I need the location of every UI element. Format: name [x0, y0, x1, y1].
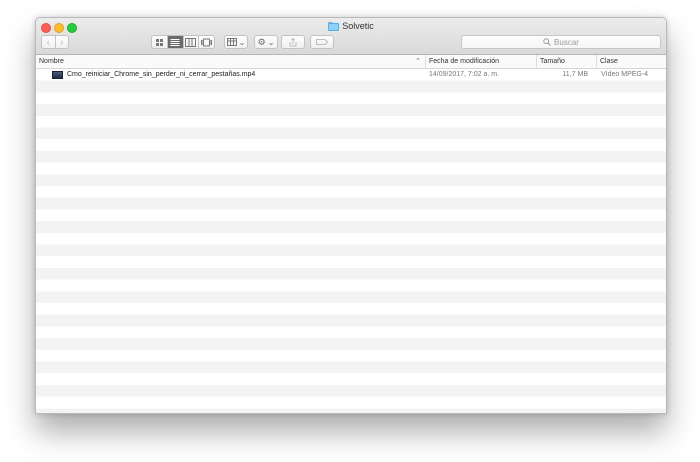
- folder-icon: [328, 21, 340, 31]
- gallery-view-button[interactable]: [198, 36, 214, 48]
- column-header-size[interactable]: Tamaño: [536, 55, 596, 68]
- arrange-grid-icon: [226, 38, 237, 46]
- column-header-label: Tamaño: [540, 58, 565, 65]
- icon-view-button[interactable]: [152, 36, 167, 48]
- arrange-button[interactable]: ⌄: [224, 35, 248, 49]
- file-name-cell: Cmo_reiniciar_Chrome_sin_perder_ni_cerra…: [52, 69, 425, 81]
- finder-window: Solvetic ‹ › ⌄ ⚙ ⌄ Buscar Nombre ⌃ Fecha…: [35, 17, 667, 414]
- search-placeholder: Buscar: [554, 37, 579, 47]
- gallery-icon: [201, 38, 213, 46]
- magnifier-icon: [543, 38, 551, 46]
- back-button[interactable]: ‹: [42, 36, 55, 48]
- columns-icon: [185, 37, 197, 47]
- file-list: Cmo_reiniciar_Chrome_sin_perder_ni_cerra…: [36, 69, 666, 413]
- chevron-down-icon: ⌄: [238, 37, 246, 47]
- view-mode-buttons: [151, 35, 215, 49]
- column-header-label: Clase: [600, 58, 618, 65]
- file-size: 11,7 MB: [562, 71, 588, 78]
- file-modified: 14/09/2017, 7:02 a. m.: [429, 71, 500, 78]
- gear-icon: ⚙: [257, 36, 266, 47]
- forward-button[interactable]: ›: [54, 36, 69, 48]
- video-file-icon: [52, 71, 63, 79]
- action-button[interactable]: ⚙ ⌄: [254, 35, 278, 49]
- search-input[interactable]: Buscar: [461, 35, 661, 49]
- grid-icon: [155, 38, 163, 46]
- column-header-row: Nombre ⌃ Fecha de modificación Tamaño Cl…: [36, 55, 666, 69]
- window-title-text: Solvetic: [342, 21, 374, 31]
- window-title: Solvetic: [36, 21, 666, 31]
- column-header-date[interactable]: Fecha de modificación: [425, 55, 536, 68]
- file-name: Cmo_reiniciar_Chrome_sin_perder_ni_cerra…: [67, 71, 256, 78]
- title-bar: Solvetic ‹ › ⌄ ⚙ ⌄ Buscar: [36, 18, 666, 55]
- column-header-kind[interactable]: Clase: [596, 55, 666, 68]
- list-icon: [170, 38, 180, 46]
- file-row[interactable]: Cmo_reiniciar_Chrome_sin_perder_ni_cerra…: [36, 69, 666, 81]
- column-header-label: Fecha de modificación: [429, 58, 500, 65]
- sort-ascending-icon: ⌃: [415, 58, 421, 65]
- tag-icon: [316, 39, 328, 45]
- file-kind: Vídeo MPEG-4: [601, 71, 649, 78]
- navigation-buttons: ‹ ›: [41, 35, 69, 49]
- chevron-down-icon: ⌄: [267, 37, 275, 47]
- column-view-button[interactable]: [182, 36, 199, 48]
- share-icon: [289, 37, 297, 46]
- column-header-label: Nombre: [39, 58, 64, 65]
- list-view-button[interactable]: [166, 36, 183, 48]
- tags-button[interactable]: [310, 35, 334, 49]
- column-header-name[interactable]: Nombre ⌃: [36, 55, 425, 68]
- share-button[interactable]: [281, 35, 305, 49]
